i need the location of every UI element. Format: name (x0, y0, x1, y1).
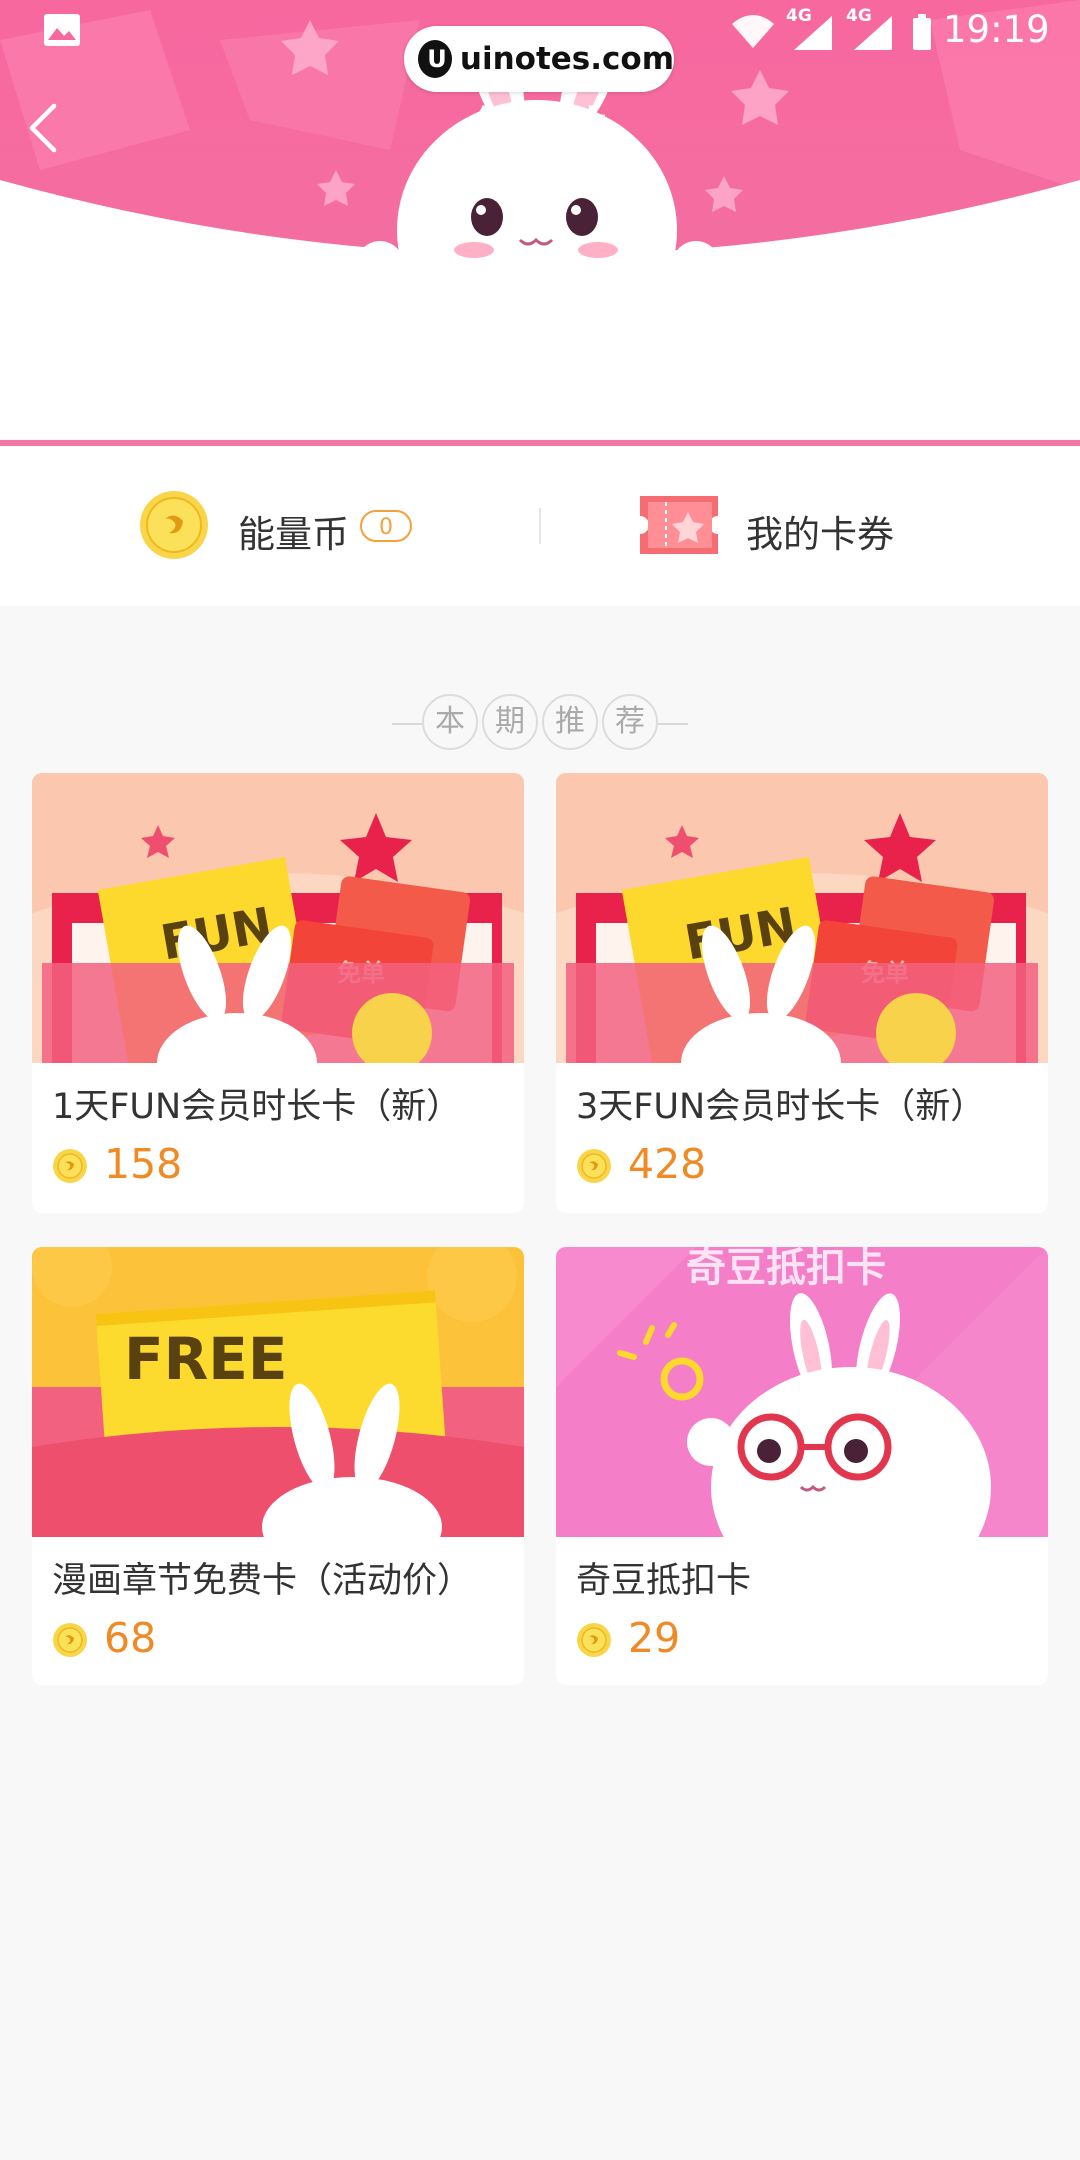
coin-icon (53, 1623, 87, 1657)
watermark-text: uinotes.com (459, 41, 674, 77)
my-coupons-label[interactable]: 我的卡券 (746, 504, 894, 558)
product-image: FUN 免单 (556, 773, 1048, 1063)
wifi-icon (732, 15, 774, 48)
divider (539, 508, 541, 544)
ticket-icon[interactable] (636, 492, 722, 558)
product-title: 1天FUN会员时长卡（新） (52, 1087, 462, 1127)
coin-icon (577, 1149, 611, 1183)
balance-row: 能量币 0 我的卡券 (0, 446, 1080, 606)
status-time: 19:19 (943, 8, 1050, 51)
product-title: 漫画章节免费卡（活动价） (52, 1561, 473, 1601)
product-card[interactable]: FUN 免单 1天FUN会员时长卡（新） 158 (32, 773, 524, 1213)
product-card[interactable]: FREE 漫画章节免费卡（活动价） 68 (32, 1247, 524, 1685)
watermark-logo-letter: U (427, 45, 447, 73)
watermark-badge: U uinotes.com (404, 26, 674, 92)
product-card[interactable]: FUN 免单 3天FUN会员时长卡（新） 428 (556, 773, 1048, 1213)
energy-coin-icon[interactable] (138, 489, 210, 561)
product-title: 奇豆抵扣卡 (576, 1561, 752, 1601)
battery-icon (913, 14, 931, 50)
product-card[interactable]: 奇豆抵扣卡 奇豆抵扣卡 29 (556, 1247, 1048, 1685)
product-price: 29 (628, 1614, 681, 1662)
product-price: 68 (104, 1614, 157, 1662)
section-char: 推 (542, 694, 598, 750)
section-char: 本 (422, 694, 478, 750)
page: 4G 4G 19:19 U uinotes.com 能量站 能量币 0 我的卡券… (0, 0, 1080, 2160)
section-line-right (658, 723, 688, 725)
product-price: 158 (104, 1140, 183, 1188)
image-icon (44, 14, 80, 46)
signal-icon (854, 16, 892, 50)
energy-coin-label[interactable]: 能量币 (238, 504, 349, 558)
art-text: FREE (124, 1325, 288, 1393)
art-text: 奇豆抵扣卡 (686, 1247, 886, 1291)
coin-icon (53, 1149, 87, 1183)
product-image: FREE (32, 1247, 524, 1537)
product-title: 3天FUN会员时长卡（新） (576, 1087, 986, 1127)
product-image: 奇豆抵扣卡 (556, 1247, 1048, 1537)
signal-icon (794, 16, 832, 50)
watermark-logo: U (418, 40, 452, 78)
section-heading: 本 期 推 荐 (0, 694, 1080, 754)
page-title: 能量站 (474, 103, 606, 154)
section-chars: 本 期 推 荐 (422, 694, 658, 754)
product-image: FUN 免单 (32, 773, 524, 1063)
section-char: 荐 (602, 694, 658, 750)
energy-coin-count: 0 (360, 510, 412, 542)
section-char: 期 (482, 694, 538, 750)
product-price: 428 (628, 1140, 707, 1188)
coin-icon (577, 1623, 611, 1657)
section-line-left (392, 723, 422, 725)
